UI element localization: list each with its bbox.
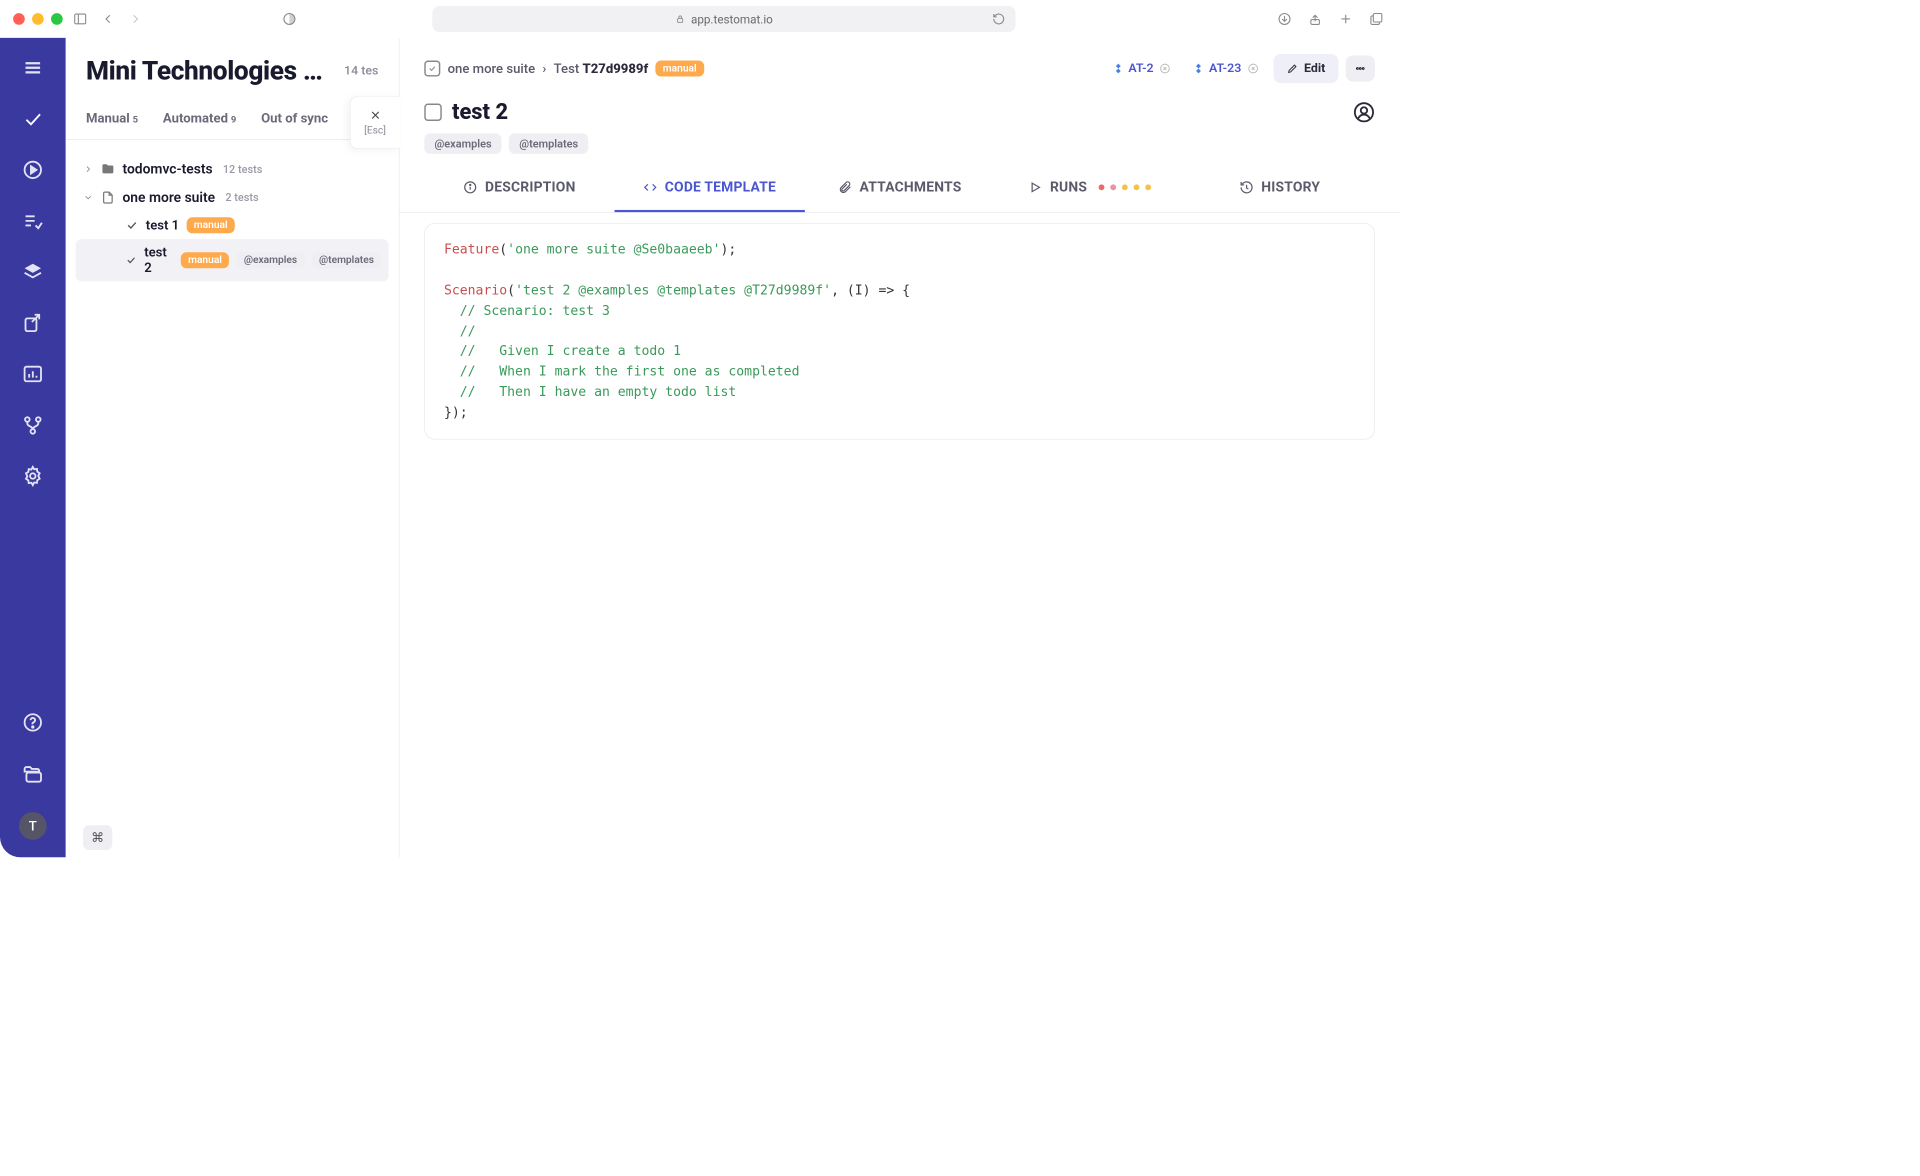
lock-icon [675, 14, 685, 24]
code-icon [643, 180, 658, 195]
chevron-down-icon [83, 192, 93, 202]
code-template[interactable]: Feature('one more suite @Se0baaeeb'); Sc… [424, 223, 1375, 440]
breadcrumb: one more suite › Test T27d9989f manual [424, 61, 704, 77]
shield-icon[interactable] [279, 9, 299, 29]
x-icon [369, 109, 382, 122]
dots-icon [1354, 63, 1366, 75]
jira-icon [1193, 63, 1205, 75]
tab-manual[interactable]: Manual5 [86, 111, 138, 139]
branch-icon[interactable] [20, 413, 45, 438]
close-window[interactable] [13, 13, 25, 25]
command-key-hint[interactable]: ⌘ [83, 825, 112, 850]
tabs-icon[interactable] [1366, 9, 1386, 29]
user-avatar[interactable]: T [19, 812, 47, 840]
manual-badge: manual [181, 252, 229, 268]
reload-icon[interactable] [992, 12, 1005, 25]
play-circle-icon[interactable] [20, 157, 45, 182]
sidebar: Mini Technologies We… 14 tes Manual5 Aut… [66, 38, 400, 857]
traffic-lights [13, 13, 63, 25]
check-icon [125, 219, 138, 232]
folder-icon [101, 161, 116, 176]
url-text: app.testomat.io [691, 12, 773, 26]
help-icon[interactable] [20, 710, 45, 735]
tab-history[interactable]: HISTORY [1185, 164, 1375, 212]
layers-icon[interactable] [20, 260, 45, 285]
account-icon[interactable] [1353, 101, 1375, 123]
new-tab-icon[interactable] [1336, 9, 1356, 29]
jira-link[interactable]: AT-23 [1186, 57, 1266, 80]
crumb-test-id: T27d9989f [582, 61, 648, 76]
play-icon [1028, 180, 1043, 195]
paperclip-icon [838, 180, 853, 195]
tab-automated[interactable]: Automated9 [163, 111, 236, 139]
pencil-icon [1287, 63, 1299, 75]
import-icon[interactable] [20, 311, 45, 336]
test-count: 14 tes [344, 63, 378, 78]
share-icon[interactable] [1305, 9, 1325, 29]
tag-badge[interactable]: @templates [509, 133, 588, 153]
tab-code-template[interactable]: CODE TEMPLATE [614, 164, 804, 212]
checkbox-icon[interactable] [424, 61, 440, 77]
tab-out-of-sync[interactable]: Out of sync [261, 111, 328, 139]
info-icon [463, 180, 478, 195]
tab-attachments[interactable]: ATTACHMENTS [805, 164, 995, 212]
status-checkbox[interactable] [424, 103, 441, 120]
hamburger-icon[interactable] [20, 55, 45, 80]
test-row-selected[interactable]: test 2 manual @examples @templates [76, 239, 389, 281]
jira-icon [1112, 63, 1124, 75]
jira-link[interactable]: AT-2 [1105, 57, 1178, 80]
tab-runs[interactable]: RUNS [995, 164, 1185, 212]
settings-gear-icon[interactable] [20, 464, 45, 489]
run-status-dots [1099, 184, 1151, 190]
analytics-icon[interactable] [20, 362, 45, 387]
tag-badge[interactable]: @examples [237, 252, 305, 268]
manual-badge: manual [655, 61, 703, 77]
maximize-window[interactable] [51, 13, 63, 25]
remove-link-icon[interactable] [1247, 63, 1259, 75]
crumb-suite[interactable]: one more suite [448, 61, 536, 76]
nav-back-icon[interactable] [98, 9, 118, 29]
file-icon [101, 190, 116, 205]
project-title: Mini Technologies We… [86, 55, 334, 86]
browser-chrome: app.testomat.io [0, 0, 1400, 38]
sidebar-toggle-icon[interactable] [70, 9, 90, 29]
download-icon[interactable] [1274, 9, 1294, 29]
remove-link-icon[interactable] [1159, 63, 1171, 75]
tag-badge[interactable]: @examples [424, 133, 502, 153]
check-icon[interactable] [20, 106, 45, 131]
projects-icon[interactable] [20, 761, 45, 786]
suite-row[interactable]: todomvc-tests 12 tests [76, 155, 389, 183]
more-button[interactable] [1346, 55, 1375, 81]
chevron-right-icon [83, 164, 93, 174]
history-icon [1239, 180, 1254, 195]
test-title: test 2 [452, 99, 508, 125]
check-icon [125, 254, 137, 266]
checklist-icon[interactable] [20, 208, 45, 233]
address-bar[interactable]: app.testomat.io [432, 6, 1015, 32]
nav-forward-icon[interactable] [125, 9, 145, 29]
suite-row[interactable]: one more suite 2 tests [76, 183, 389, 211]
edit-button[interactable]: Edit [1273, 54, 1338, 83]
tag-badge[interactable]: @templates [312, 252, 382, 268]
nav-rail: T [0, 38, 66, 857]
close-panel-button[interactable]: [Esc] [350, 96, 400, 148]
test-row[interactable]: test 1 manual [76, 211, 389, 239]
detail-panel: [Esc] one more suite › Test T27d9989f ma… [399, 38, 1399, 857]
tab-description[interactable]: DESCRIPTION [424, 164, 614, 212]
manual-badge: manual [186, 217, 234, 233]
minimize-window[interactable] [32, 13, 44, 25]
